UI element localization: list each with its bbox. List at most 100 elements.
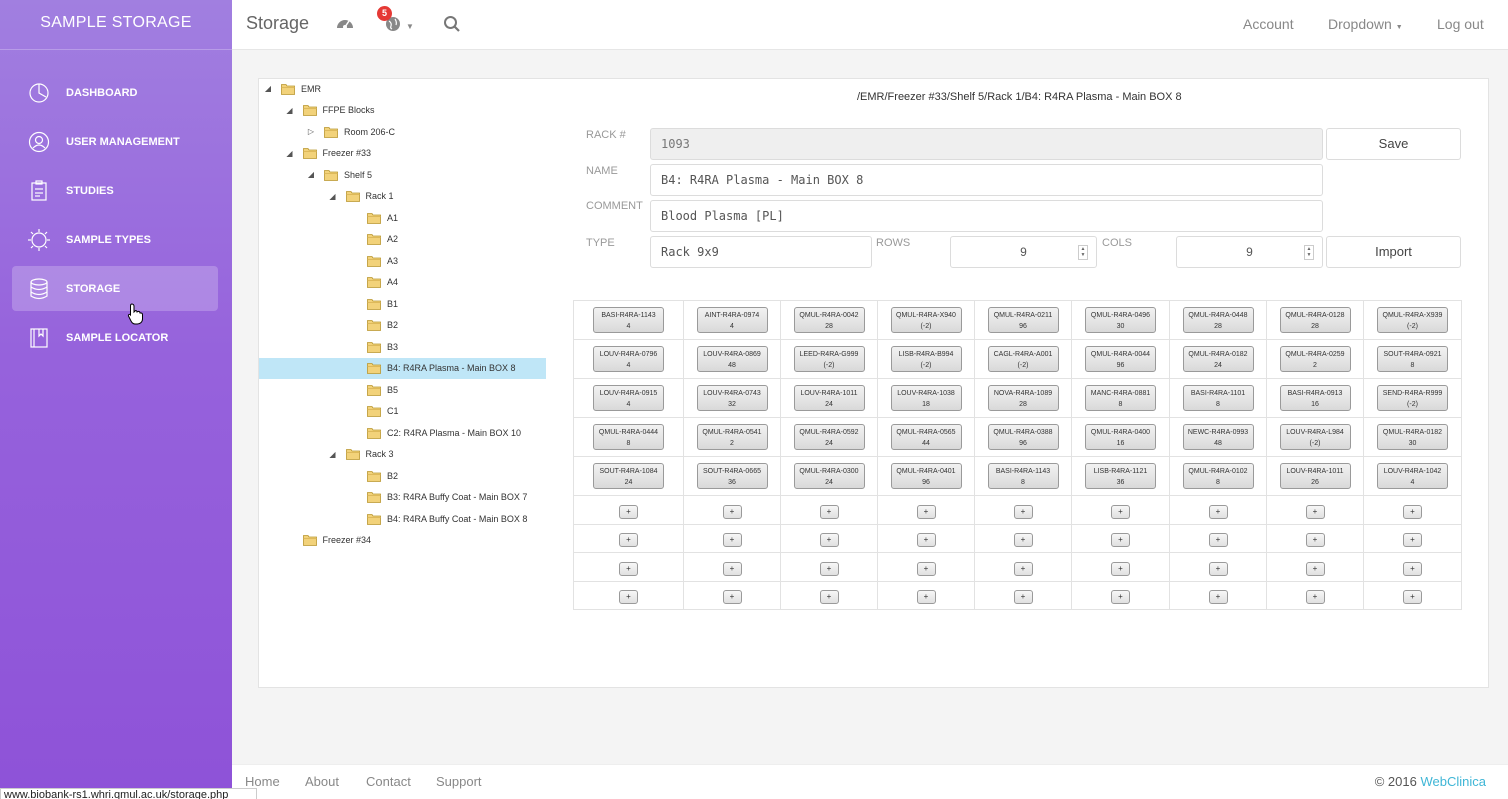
footer-link-about[interactable]: About (305, 774, 339, 789)
tree-node[interactable]: ◢ Freezer #33 (285, 143, 371, 164)
add-sample-button[interactable]: + (1305, 561, 1325, 576)
footer-link-support[interactable]: Support (436, 774, 482, 789)
add-sample-button[interactable]: + (1305, 590, 1325, 605)
sidebar-item-user-management[interactable]: USER MANAGEMENT (12, 119, 218, 164)
add-sample-button[interactable]: + (1208, 533, 1228, 548)
add-sample-button[interactable]: + (1111, 561, 1130, 576)
sample-button[interactable]: LOUV-R4RA-1011 24 (793, 385, 865, 411)
add-sample-button[interactable]: + (916, 590, 936, 605)
brand-link[interactable]: WebClinica (1420, 774, 1486, 789)
add-sample-button[interactable]: + (819, 561, 839, 576)
add-sample-button[interactable]: + (1013, 561, 1033, 576)
sample-button[interactable]: BASI-R4RA-0913 16 (1279, 385, 1351, 411)
add-sample-button[interactable]: + (1403, 590, 1422, 605)
sample-button[interactable]: LOUV-R4RA-1038 18 (890, 385, 962, 411)
tree-node[interactable]: ◢ EMR (263, 78, 321, 99)
tree-node[interactable]: A2 (349, 229, 398, 250)
sidebar-item-studies[interactable]: STUDIES (12, 168, 218, 213)
sidebar-item-sample-locator[interactable]: SAMPLE LOCATOR (12, 315, 218, 360)
sample-button[interactable]: LISB-R4RA-B994 (-2) (890, 346, 962, 372)
sample-button[interactable]: SOUT-R4RA-1084 24 (593, 463, 664, 489)
sample-button[interactable]: LOUV-R4RA-0743 32 (696, 385, 768, 411)
tree-node[interactable]: B4: R4RA Buffy Coat - Main BOX 8 (349, 508, 527, 529)
name-field[interactable]: B4: R4RA Plasma - Main BOX 8 (650, 164, 1323, 196)
add-sample-button[interactable]: + (1111, 504, 1130, 519)
sample-button[interactable]: BASI-R4RA-1143 8 (987, 463, 1059, 489)
footer-link-contact[interactable]: Contact (366, 774, 411, 789)
tree-collapse-icon[interactable]: ◢ (285, 106, 295, 115)
add-sample-button[interactable]: + (722, 533, 742, 548)
sample-button[interactable]: CAGL-R4RA-A001 (-2) (987, 346, 1059, 372)
add-sample-button[interactable]: + (1305, 533, 1325, 548)
logout-link[interactable]: Log out (1437, 16, 1484, 32)
save-button[interactable]: Save (1326, 128, 1461, 160)
add-sample-button[interactable]: + (722, 561, 742, 576)
dropdown-menu[interactable]: Dropdown ▼ (1328, 16, 1403, 32)
add-sample-button[interactable]: + (1403, 533, 1422, 548)
sample-button[interactable]: BASI-R4RA-1143 4 (593, 307, 664, 333)
sample-button[interactable]: QMUL-R4RA-0541 2 (696, 424, 768, 450)
sample-button[interactable]: QMUL-R4RA-0444 8 (593, 424, 664, 450)
add-sample-button[interactable]: + (916, 533, 936, 548)
add-sample-button[interactable]: + (1013, 590, 1033, 605)
sample-button[interactable]: QMUL-R4RA-0565 44 (890, 424, 962, 450)
footer-link-home[interactable]: Home (245, 774, 280, 789)
add-sample-button[interactable]: + (1208, 561, 1228, 576)
add-sample-button[interactable]: + (1208, 504, 1228, 519)
tree-node[interactable]: C1 (349, 401, 399, 422)
import-button[interactable]: Import (1326, 236, 1461, 268)
tree-collapse-icon[interactable]: ◢ (328, 450, 338, 459)
add-sample-button[interactable]: + (722, 590, 742, 605)
sample-button[interactable]: QMUL-R4RA-0401 96 (890, 463, 962, 489)
sample-button[interactable]: QMUL-R4RA-0388 96 (987, 424, 1059, 450)
tree-node[interactable]: ▷ Room 206-C (306, 121, 395, 142)
add-sample-button[interactable]: + (819, 590, 839, 605)
add-sample-button[interactable]: + (1013, 533, 1033, 548)
add-sample-button[interactable]: + (1208, 590, 1228, 605)
tree-expand-icon[interactable]: ▷ (306, 127, 316, 136)
add-sample-button[interactable]: + (619, 533, 638, 548)
rack-number-field[interactable]: 1093 (650, 128, 1323, 160)
type-field[interactable]: Rack 9x9 (650, 236, 872, 268)
sample-button[interactable]: QMUL-R4RA-0128 28 (1279, 307, 1351, 333)
sample-button[interactable]: NEWC-R4RA-0993 48 (1182, 424, 1254, 450)
sample-button[interactable]: QMUL-R4RA-0102 8 (1182, 463, 1254, 489)
sample-button[interactable]: QMUL-R4RA-0259 2 (1279, 346, 1351, 372)
sample-button[interactable]: QMUL-R4RA-0592 24 (793, 424, 865, 450)
tree-node[interactable]: A1 (349, 207, 398, 228)
sample-button[interactable]: LOUV-R4RA-0915 4 (593, 385, 664, 411)
sample-button[interactable]: LOUV-R4RA-1042 4 (1377, 463, 1448, 489)
sample-button[interactable]: MANC-R4RA-0881 8 (1085, 385, 1156, 411)
sample-button[interactable]: LISB-R4RA-1121 36 (1085, 463, 1156, 489)
tree-node[interactable]: B3: R4RA Buffy Coat - Main BOX 7 (349, 487, 527, 508)
sample-button[interactable]: LEED-R4RA-G999 (-2) (793, 346, 865, 372)
tree-node[interactable]: C2: R4RA Plasma - Main BOX 10 (349, 422, 521, 443)
tree-node[interactable]: B3 (349, 336, 398, 357)
add-sample-button[interactable]: + (619, 561, 638, 576)
tree-node[interactable]: Freezer #34 (285, 530, 371, 551)
sample-button[interactable]: LOUV-R4RA-1011 26 (1279, 463, 1351, 489)
rows-stepper[interactable]: 9 ▲ ▼ (950, 236, 1097, 268)
tree-node[interactable]: ◢ Rack 1 (328, 186, 394, 207)
add-sample-button[interactable]: + (916, 504, 936, 519)
sample-button[interactable]: SOUT-R4RA-0921 8 (1377, 346, 1448, 372)
sidebar-item-sample-types[interactable]: SAMPLE TYPES (12, 217, 218, 262)
tree-node[interactable]: B1 (349, 293, 398, 314)
stepper-arrows-icon[interactable]: ▲ ▼ (1304, 245, 1314, 260)
tree-collapse-icon[interactable]: ◢ (306, 170, 316, 179)
add-sample-button[interactable]: + (1403, 561, 1422, 576)
tree-collapse-icon[interactable]: ◢ (328, 192, 338, 201)
tree-node[interactable]: B2 (349, 465, 398, 486)
add-sample-button[interactable]: + (1013, 504, 1033, 519)
tree-node[interactable]: ◢ Shelf 5 (306, 164, 372, 185)
account-link[interactable]: Account (1243, 16, 1294, 32)
sample-button[interactable]: QMUL-R4RA-0448 28 (1182, 307, 1254, 333)
sample-button[interactable]: SEND-R4RA-R999 (-2) (1377, 385, 1448, 411)
sample-button[interactable]: QMUL-R4RA-0182 24 (1182, 346, 1254, 372)
sample-button[interactable]: BASI-R4RA-1101 8 (1182, 385, 1254, 411)
add-sample-button[interactable]: + (1403, 504, 1422, 519)
sidebar-item-dashboard[interactable]: DASHBOARD (12, 70, 218, 115)
add-sample-button[interactable]: + (1111, 590, 1130, 605)
sample-button[interactable]: QMUL-R4RA-0300 24 (793, 463, 865, 489)
add-sample-button[interactable]: + (819, 504, 839, 519)
